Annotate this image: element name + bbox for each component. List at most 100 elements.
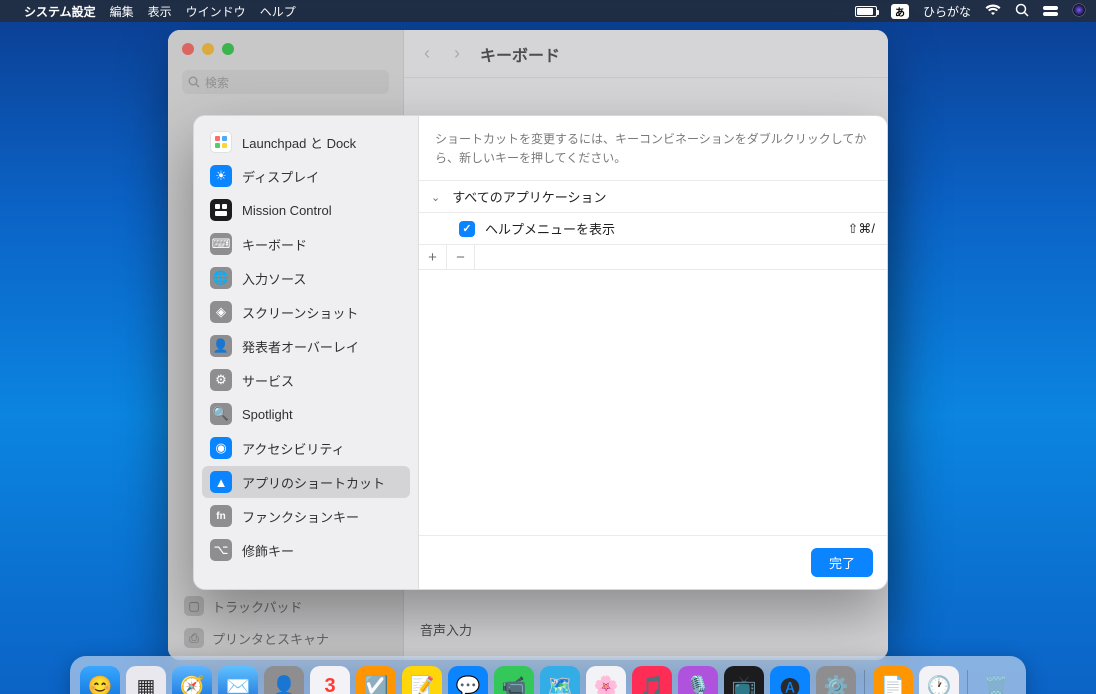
- shortcut-category-item[interactable]: 🌐入力ソース: [202, 262, 410, 294]
- shortcuts-sheet: Launchpad と Dock ☀ ディスプレイ Mission Control⌨キ…: [193, 115, 888, 590]
- category-icon: ⌨: [210, 233, 232, 255]
- input-source-label[interactable]: ひらがな: [923, 3, 971, 20]
- shortcut-group-row[interactable]: ⌄ すべてのアプリケーション: [419, 181, 887, 213]
- menu-window[interactable]: ウインドウ: [186, 3, 246, 20]
- back-button[interactable]: ‹: [420, 43, 434, 64]
- dock-trash[interactable]: 🗑️: [976, 666, 1016, 694]
- shortcut-category-list: Launchpad と Dock ☀ ディスプレイ Mission Control⌨キ…: [194, 116, 419, 589]
- shortcut-category-item[interactable]: ⌨キーボード: [202, 228, 410, 260]
- shortcut-row-label: ヘルプメニューを表示: [485, 219, 615, 238]
- category-label: アプリのショートカット: [242, 473, 385, 492]
- dock-pages[interactable]: 📄: [873, 666, 913, 694]
- tree-footer: + −: [419, 245, 887, 270]
- sidebar-item-trackpad[interactable]: ▢ トラックパッド: [176, 590, 395, 622]
- minimize-button[interactable]: [202, 43, 214, 55]
- category-label: ファンクションキー: [242, 507, 359, 526]
- search-icon: [188, 76, 200, 88]
- dock-notes[interactable]: 📝: [402, 666, 442, 694]
- shortcut-category-item[interactable]: 👤発表者オーバーレイ: [202, 330, 410, 362]
- printer-icon: ⎙: [184, 628, 204, 648]
- dock-separator: [864, 670, 865, 694]
- search-icon[interactable]: [1015, 3, 1029, 20]
- shortcut-checkbox[interactable]: ✓: [459, 221, 475, 237]
- voice-input-section: 音声入力: [420, 620, 472, 639]
- dock-maps[interactable]: 🗺️: [540, 666, 580, 694]
- sidebar-item-label: プリンタとスキャナ: [212, 629, 329, 648]
- menu-help[interactable]: ヘルプ: [260, 3, 296, 20]
- siri-icon[interactable]: [1072, 3, 1086, 20]
- sheet-button-bar: 完了: [419, 535, 887, 589]
- dock-reminders[interactable]: ☑️: [356, 666, 396, 694]
- dock-contacts[interactable]: 👤: [264, 666, 304, 694]
- dock-music[interactable]: 🎵: [632, 666, 672, 694]
- category-label: 発表者オーバーレイ: [242, 337, 359, 356]
- dock-messages[interactable]: 💬: [448, 666, 488, 694]
- category-label: Spotlight: [242, 407, 293, 422]
- shortcut-category-item[interactable]: Mission Control: [202, 194, 410, 226]
- window-header: ‹ › キーボード: [404, 30, 888, 78]
- wifi-icon[interactable]: [985, 4, 1001, 19]
- shortcut-category-item[interactable]: ◉ アクセシビリティ: [202, 432, 410, 464]
- dock-tv[interactable]: 📺: [724, 666, 764, 694]
- category-icon: [210, 199, 232, 221]
- dock: 😊 ▦ 🧭 ✉️ 👤 3 ☑️ 📝 💬 📹 🗺️ 🌸 🎵 🎙️ 📺 🅐 ⚙️ 📄…: [70, 656, 1026, 694]
- category-label: アクセシビリティ: [242, 439, 345, 458]
- shortcut-tree: ⌄ すべてのアプリケーション ✓ ヘルプメニューを表示 ⇧⌘/ + −: [419, 181, 887, 535]
- dock-podcasts[interactable]: 🎙️: [678, 666, 718, 694]
- add-shortcut-button[interactable]: +: [419, 245, 447, 269]
- remove-shortcut-button[interactable]: −: [447, 245, 475, 269]
- shortcut-category-item[interactable]: ☀ ディスプレイ: [202, 160, 410, 192]
- window-search[interactable]: 検索: [182, 70, 389, 94]
- forward-button[interactable]: ›: [450, 43, 464, 64]
- dock-launchpad[interactable]: ▦: [126, 666, 166, 694]
- shortcut-category-item[interactable]: ▲ アプリのショートカット: [202, 466, 410, 498]
- dock-appstore[interactable]: 🅐: [770, 666, 810, 694]
- dock-safari[interactable]: 🧭: [172, 666, 212, 694]
- dock-settings[interactable]: ⚙️: [816, 666, 856, 694]
- category-icon: ☀: [210, 165, 232, 187]
- shortcut-row[interactable]: ✓ ヘルプメニューを表示 ⇧⌘/: [419, 213, 887, 245]
- category-label: 入力ソース: [242, 269, 306, 288]
- shortcut-category-item[interactable]: 🔍 Spotlight: [202, 398, 410, 430]
- dock-photos[interactable]: 🌸: [586, 666, 626, 694]
- category-icon: ◈: [210, 301, 232, 323]
- category-icon: 🔍: [210, 403, 232, 425]
- page-title: キーボード: [480, 42, 560, 66]
- category-label: ディスプレイ: [242, 167, 319, 186]
- close-button[interactable]: [182, 43, 194, 55]
- chevron-down-icon: ⌄: [431, 191, 440, 204]
- done-button[interactable]: 完了: [811, 548, 873, 577]
- control-center-icon[interactable]: [1043, 4, 1058, 19]
- input-source-badge[interactable]: あ: [891, 4, 909, 19]
- category-label: スクリーンショット: [242, 303, 358, 322]
- sidebar-item-label: トラックパッド: [212, 597, 302, 616]
- dock-finder[interactable]: 😊: [80, 666, 120, 694]
- shortcut-category-item[interactable]: fn ファンクションキー: [202, 500, 410, 532]
- menu-view[interactable]: 表示: [148, 3, 172, 20]
- search-placeholder: 検索: [205, 74, 229, 91]
- menubar: システム設定 編集 表示 ウインドウ ヘルプ あ ひらがな: [0, 0, 1096, 22]
- menu-edit[interactable]: 編集: [110, 3, 134, 20]
- category-label: 修飾キー: [242, 541, 294, 560]
- dock-mail[interactable]: ✉️: [218, 666, 258, 694]
- category-icon: ◉: [210, 437, 232, 459]
- category-icon: ⚙: [210, 369, 232, 391]
- category-icon: fn: [210, 505, 232, 527]
- shortcut-group-label: すべてのアプリケーション: [452, 187, 606, 206]
- window-sidebar-list: ▢ トラックパッド ⎙ プリンタとスキャナ: [176, 590, 395, 654]
- sidebar-item-printers[interactable]: ⎙ プリンタとスキャナ: [176, 622, 395, 654]
- dock-calendar[interactable]: 3: [310, 666, 350, 694]
- traffic-lights: [182, 43, 234, 55]
- shortcut-keys[interactable]: ⇧⌘/: [847, 221, 875, 237]
- dock-clock[interactable]: 🕐: [919, 666, 959, 694]
- shortcut-category-item[interactable]: ◈ スクリーンショット: [202, 296, 410, 328]
- category-icon: ▲: [210, 471, 232, 493]
- shortcut-category-item[interactable]: Launchpad と Dock: [202, 126, 410, 158]
- app-menu[interactable]: システム設定: [24, 3, 96, 20]
- category-icon: [210, 131, 232, 153]
- shortcut-category-item[interactable]: ⚙サービス: [202, 364, 410, 396]
- battery-icon[interactable]: [855, 6, 877, 17]
- dock-facetime[interactable]: 📹: [494, 666, 534, 694]
- shortcut-category-item[interactable]: ⌥修飾キー: [202, 534, 410, 566]
- zoom-button[interactable]: [222, 43, 234, 55]
